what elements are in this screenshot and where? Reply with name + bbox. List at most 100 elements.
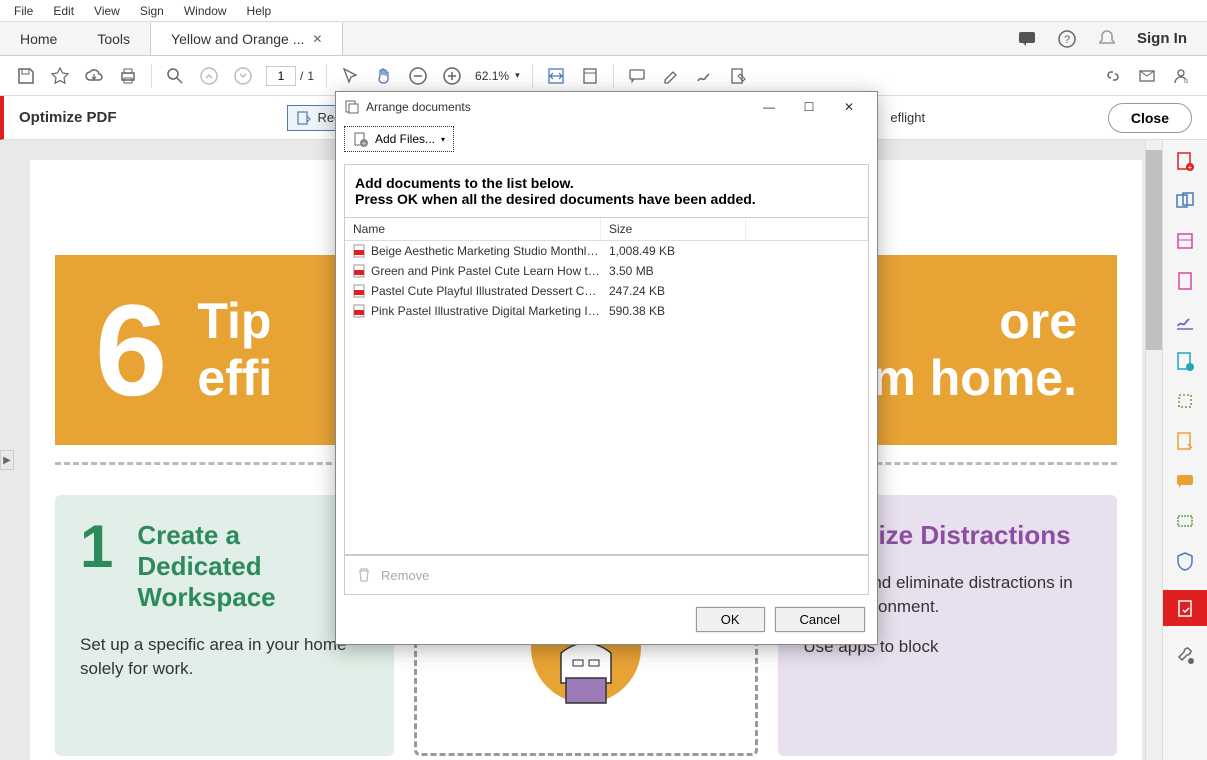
main-toolbar: / 1 62.1%▾	[0, 56, 1207, 96]
trash-icon	[355, 566, 373, 584]
svg-text:+: +	[1188, 163, 1193, 172]
protect-icon[interactable]	[1174, 550, 1196, 572]
column-spacer	[746, 218, 868, 240]
tab-home[interactable]: Home	[0, 23, 77, 55]
left-panel-handle[interactable]: ▶	[0, 450, 14, 470]
edit-icon[interactable]	[1174, 230, 1196, 252]
help-icon[interactable]: ?	[1057, 29, 1077, 49]
export-icon[interactable]	[1174, 270, 1196, 292]
tab-document[interactable]: Yellow and Orange ... ✕	[150, 23, 343, 55]
pdf-icon	[351, 303, 367, 319]
file-row[interactable]: Beige Aesthetic Marketing Studio Monthly…	[345, 241, 868, 261]
scroll-thumb[interactable]	[1146, 150, 1162, 350]
page-down-icon[interactable]	[232, 65, 254, 87]
preflight-label[interactable]: eflight	[890, 110, 925, 125]
zoom-level[interactable]: 62.1%▾	[475, 69, 520, 83]
file-row[interactable]: Pink Pastel Illustrative Digital Marketi…	[345, 301, 868, 321]
fit-page-icon[interactable]	[579, 65, 601, 87]
sign-icon[interactable]	[694, 65, 716, 87]
menu-view[interactable]: View	[84, 1, 130, 21]
find-icon[interactable]	[164, 65, 186, 87]
redact-icon[interactable]	[1174, 430, 1196, 452]
edit-pdf-icon[interactable]	[728, 65, 750, 87]
minimize-button[interactable]: —	[749, 93, 789, 121]
link-icon[interactable]	[1102, 65, 1124, 87]
file-row[interactable]: Pastel Cute Playful Illustrated Dessert …	[345, 281, 868, 301]
pdf-icon	[351, 263, 367, 279]
svg-text:+: +	[362, 141, 366, 147]
file-row[interactable]: Green and Pink Pastel Cute Learn How to …	[345, 261, 868, 281]
dialog-msg-line2: Press OK when all the desired documents …	[355, 191, 858, 207]
save-icon[interactable]	[15, 65, 37, 87]
more-tools-icon[interactable]	[1174, 644, 1196, 666]
file-name: Pink Pastel Illustrative Digital Marketi…	[371, 304, 601, 318]
star-icon[interactable]	[49, 65, 71, 87]
email-icon[interactable]	[1136, 65, 1158, 87]
menu-window[interactable]: Window	[174, 1, 237, 21]
vertical-scrollbar[interactable]	[1145, 140, 1162, 760]
chevron-down-icon: ▾	[441, 135, 445, 144]
menu-edit[interactable]: Edit	[43, 1, 84, 21]
compress-icon[interactable]	[1174, 390, 1196, 412]
sign-in-button[interactable]: Sign In	[1137, 30, 1187, 47]
tab-tools[interactable]: Tools	[77, 23, 150, 55]
highlight-icon[interactable]	[660, 65, 682, 87]
cancel-button[interactable]: Cancel	[775, 607, 865, 632]
file-size: 1,008.49 KB	[601, 244, 675, 258]
create-pdf-icon[interactable]: +	[1174, 150, 1196, 172]
maximize-button[interactable]: ☐	[789, 93, 829, 121]
pdf-icon	[351, 283, 367, 299]
page-up-icon[interactable]	[198, 65, 220, 87]
page-current-input[interactable]	[266, 66, 296, 86]
menubar: File Edit View Sign Window Help	[0, 0, 1207, 22]
close-dialog-button[interactable]: ✕	[829, 93, 869, 121]
tab-close-icon[interactable]: ✕	[312, 32, 322, 46]
fit-width-icon[interactable]	[545, 65, 567, 87]
print-icon[interactable]	[117, 65, 139, 87]
menu-help[interactable]: Help	[237, 1, 282, 21]
hero-text-l2: effi	[197, 350, 272, 408]
hero-text-r2: m home.	[871, 350, 1077, 408]
page-sep: /	[300, 69, 303, 83]
comment-icon[interactable]	[626, 65, 648, 87]
combine-icon[interactable]	[1174, 190, 1196, 212]
share-icon[interactable]	[1170, 65, 1192, 87]
hero-text-r1: ore	[871, 293, 1077, 351]
tab-bar: Home Tools Yellow and Orange ... ✕ ? Sig…	[0, 22, 1207, 56]
tip-1-number: 1	[80, 520, 113, 633]
dialog-message: Add documents to the list below. Press O…	[344, 164, 869, 218]
comment-tool-icon[interactable]	[1174, 470, 1196, 492]
page-total: 1	[307, 69, 314, 83]
menu-sign[interactable]: Sign	[130, 1, 174, 21]
scan-icon[interactable]	[1174, 510, 1196, 532]
close-optimize-button[interactable]: Close	[1108, 103, 1192, 133]
ok-button[interactable]: OK	[696, 607, 765, 632]
right-tool-panel: +	[1162, 140, 1207, 760]
sign-tool-icon[interactable]	[1174, 310, 1196, 332]
remove-button: Remove	[344, 555, 869, 595]
add-files-icon: +	[353, 131, 369, 147]
tip-1-body: Set up a specific area in your home sole…	[80, 633, 369, 681]
organize-icon[interactable]	[1174, 350, 1196, 372]
file-size: 3.50 MB	[601, 264, 654, 278]
svg-text:?: ?	[1064, 34, 1070, 46]
column-size[interactable]: Size	[601, 218, 746, 240]
column-name[interactable]: Name	[345, 218, 601, 240]
zoom-out-icon[interactable]	[407, 65, 429, 87]
optimize-tool-icon[interactable]	[1163, 590, 1207, 626]
chat-icon[interactable]	[1017, 29, 1037, 49]
file-size: 247.24 KB	[601, 284, 665, 298]
zoom-in-icon[interactable]	[441, 65, 463, 87]
bell-icon[interactable]	[1097, 29, 1117, 49]
dialog-titlebar[interactable]: Arrange documents — ☐ ✕	[336, 92, 877, 122]
hero-text-l1: Tip	[197, 293, 272, 351]
arrow-tool-icon[interactable]	[339, 65, 361, 87]
optimize-title: Optimize PDF	[19, 109, 117, 126]
hand-tool-icon[interactable]	[373, 65, 395, 87]
file-name: Beige Aesthetic Marketing Studio Monthly…	[371, 244, 601, 258]
add-files-button[interactable]: + Add Files... ▾	[344, 126, 454, 152]
cloud-icon[interactable]	[83, 65, 105, 87]
menu-file[interactable]: File	[4, 1, 43, 21]
reduce-icon	[296, 110, 312, 126]
file-name: Pastel Cute Playful Illustrated Dessert …	[371, 284, 601, 298]
